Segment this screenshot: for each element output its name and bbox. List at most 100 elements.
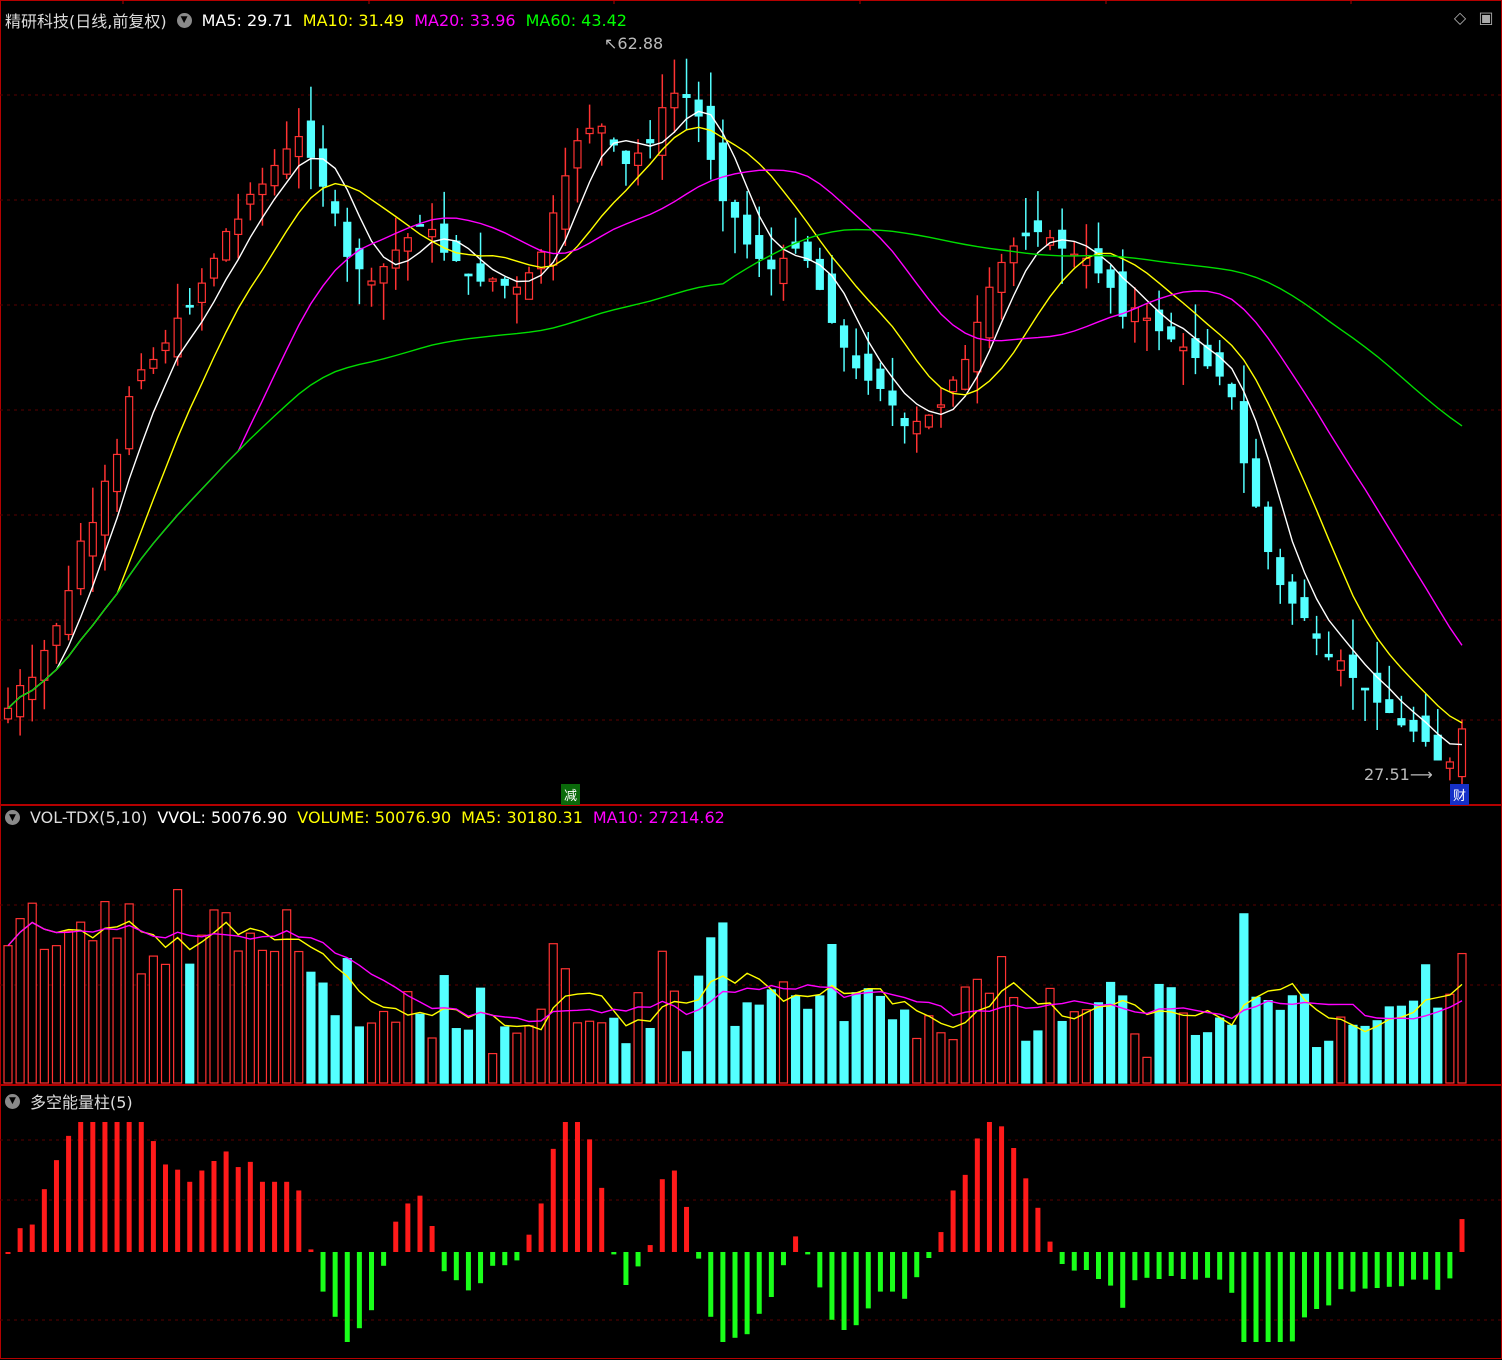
volume-bar: [1130, 1033, 1140, 1084]
volume-bar: [3, 945, 13, 1084]
candle-body: [1227, 383, 1236, 398]
diamond-icon[interactable]: ◇: [1452, 10, 1468, 26]
candle-body: [839, 325, 849, 348]
vol-value-3: MA10: 27214.62: [592, 808, 725, 827]
candle-body: [730, 201, 740, 218]
energy-bar: [1011, 1148, 1017, 1252]
candle-body: [718, 142, 727, 202]
ma-value-3: MA60: 43.42: [525, 10, 627, 30]
candle-body: [888, 390, 897, 406]
energy-bar: [562, 1122, 568, 1252]
candle-body: [197, 282, 206, 304]
energy-bar: [1265, 1252, 1271, 1342]
volume-bar: [512, 1032, 522, 1084]
energy-bar: [1447, 1252, 1453, 1279]
energy-bar: [1374, 1252, 1380, 1288]
energy-bar: [235, 1167, 241, 1252]
candle-body: [258, 183, 267, 196]
volume-bar: [1081, 1009, 1091, 1084]
volume-bar: [1372, 1020, 1382, 1084]
volume-bar: [1069, 1011, 1079, 1084]
candle-body: [1191, 338, 1200, 359]
energy-bar: [150, 1141, 156, 1252]
energy-bar: [865, 1252, 871, 1309]
energy-bar: [986, 1122, 992, 1252]
candle-body: [573, 140, 582, 169]
volume-bar: [766, 989, 776, 1084]
candle-body: [827, 273, 837, 323]
kline-chart-canvas[interactable]: [0, 0, 1502, 1360]
energy-bar: [1362, 1252, 1368, 1289]
energy-bar: [1229, 1252, 1235, 1293]
volume-bar: [379, 1010, 389, 1084]
energy-bar: [1168, 1252, 1174, 1276]
energy-bar: [1205, 1252, 1211, 1278]
energy-bar: [211, 1161, 217, 1252]
energy-bar: [247, 1161, 253, 1252]
candle-body: [1385, 699, 1394, 714]
volume-bar: [1360, 1025, 1370, 1084]
volume-bar: [815, 995, 825, 1084]
candle-body: [1288, 581, 1297, 604]
candle-body: [222, 230, 231, 261]
volume-bar: [427, 1037, 437, 1084]
candle-body: [779, 257, 788, 285]
candle-body: [1457, 728, 1467, 778]
energy-bar: [223, 1151, 229, 1252]
candle-body: [997, 261, 1006, 293]
finance-tag[interactable]: 财: [1450, 784, 1470, 805]
candle-body: [1397, 718, 1406, 726]
candle-body: [246, 193, 255, 205]
energy-bar: [5, 1252, 11, 1254]
energy-bar: [720, 1252, 726, 1342]
energy-bar: [405, 1203, 411, 1252]
energy-bar: [853, 1252, 859, 1326]
candle-body: [1433, 734, 1442, 761]
volume-bar: [621, 1043, 631, 1084]
volume-bar: [366, 1022, 377, 1084]
low-price-label: 27.51⟶: [1364, 765, 1433, 784]
candle-body: [1179, 346, 1188, 352]
candle-body: [1167, 326, 1176, 340]
energy-bar: [320, 1252, 326, 1292]
volume-bar: [1299, 993, 1310, 1084]
maximize-icon[interactable]: ▣: [1478, 10, 1494, 26]
candle-body: [403, 237, 412, 252]
volume-bar: [657, 950, 667, 1084]
volume-bar: [1324, 1040, 1334, 1084]
candle-body: [961, 358, 970, 390]
volume-indicator-title[interactable]: VOL-TDX(5,10): [30, 808, 147, 827]
energy-bar: [393, 1221, 399, 1252]
energy-bar: [768, 1252, 774, 1297]
energy-indicator-title[interactable]: 多空能量柱(5): [30, 1089, 133, 1113]
chevron-down-icon[interactable]: ▼: [5, 810, 20, 825]
volume-bar: [500, 1026, 510, 1084]
volume-bar: [887, 1019, 898, 1084]
chevron-down-icon[interactable]: ▼: [5, 1093, 20, 1109]
volume-bar: [391, 1021, 401, 1084]
energy-bar: [465, 1252, 471, 1291]
energy-bar: [17, 1228, 23, 1252]
main-panel-header: 精研科技(日线,前复权) ▼ MA5: 29.71 MA10: 31.49 MA20…: [5, 8, 627, 32]
candle-body: [512, 286, 522, 295]
stock-title[interactable]: 精研科技(日线,前复权): [5, 8, 167, 32]
energy-bar: [296, 1190, 302, 1252]
chevron-down-icon[interactable]: ▼: [176, 12, 192, 28]
energy-bar: [102, 1122, 108, 1252]
energy-bar: [284, 1181, 290, 1252]
event-tag[interactable]: 减: [561, 784, 581, 805]
volume-bar: [488, 1052, 498, 1084]
energy-bar: [344, 1252, 350, 1342]
candle-body: [670, 92, 679, 109]
volume-bar: [742, 1002, 752, 1084]
candle-body: [948, 379, 958, 393]
candle-body: [318, 148, 328, 187]
candle-body: [16, 684, 25, 718]
candle-body: [682, 94, 691, 98]
candle-body: [912, 420, 921, 435]
energy-bar: [1301, 1252, 1307, 1318]
volume-bar: [584, 1020, 595, 1084]
candle-body: [452, 240, 461, 262]
energy-bar: [805, 1252, 811, 1255]
candle-body: [755, 235, 764, 259]
